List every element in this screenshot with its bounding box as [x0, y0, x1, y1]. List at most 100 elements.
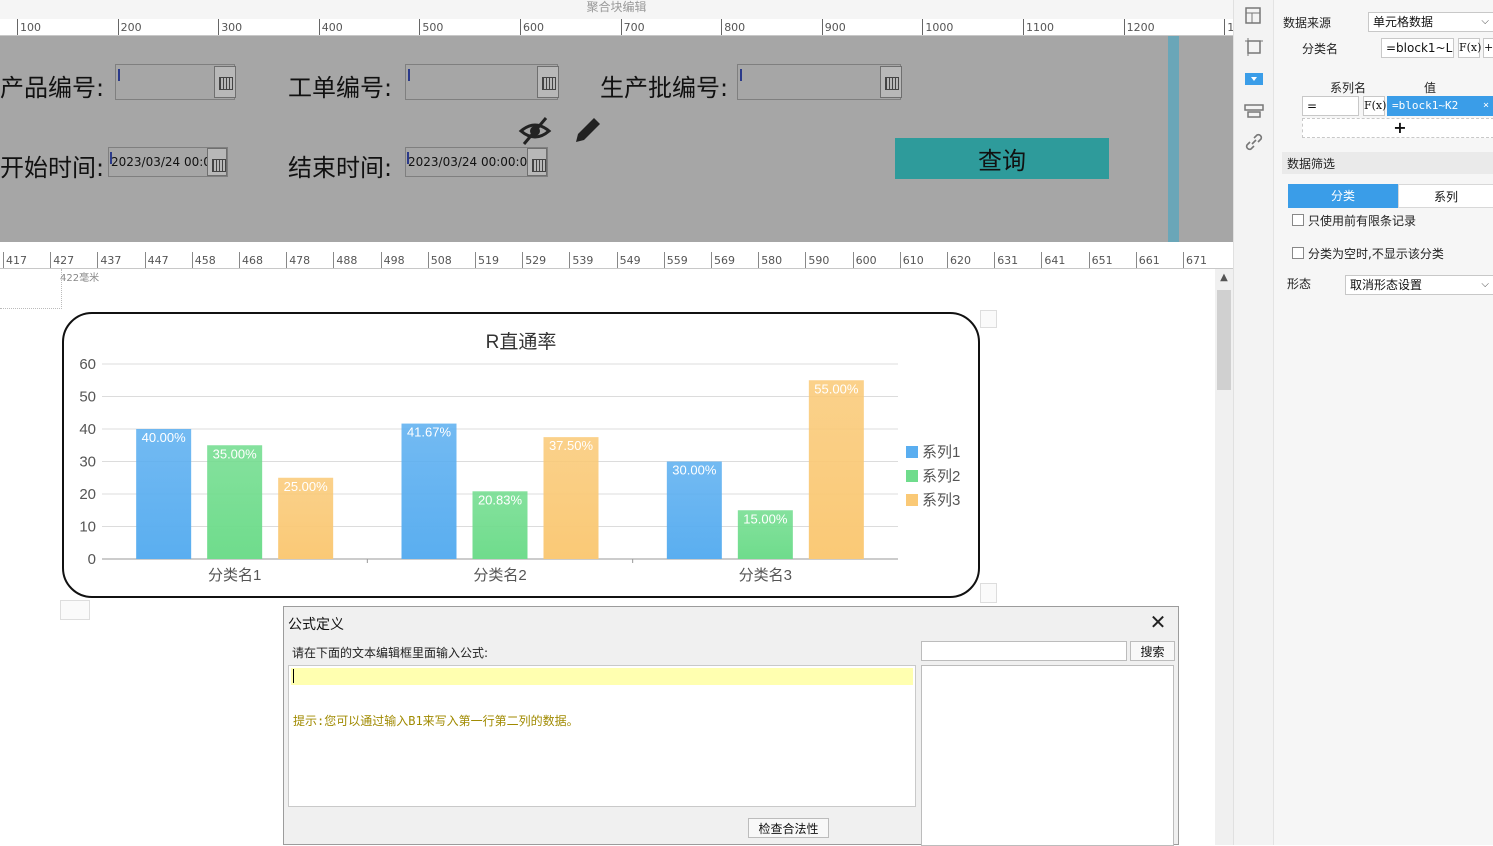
style-icon[interactable] [1244, 102, 1264, 120]
bar-系列1-分类名1 [136, 429, 192, 559]
scroll-up-icon[interactable]: ▲ [1217, 272, 1231, 286]
query-button[interactable]: 查询 [895, 138, 1109, 179]
cell-property-icon[interactable] [1244, 7, 1264, 25]
bar-系列3-分类名2 [543, 437, 599, 559]
data-filter-label: 数据筛选 [1287, 157, 1336, 171]
work-order-label: 工单编号: [288, 74, 393, 102]
series-name-value: = [1307, 99, 1318, 113]
ruler-tick: 539 [569, 252, 593, 268]
resize-handle-bottom-left[interactable] [60, 600, 90, 620]
text-caret [407, 152, 409, 164]
text-caret [740, 69, 742, 81]
chart-data-icon[interactable] [1244, 70, 1264, 88]
series-name-fx-button[interactable]: F(x) [1363, 96, 1386, 116]
start-calendar-icon[interactable] [207, 148, 227, 176]
data-label: 25.00% [284, 479, 329, 494]
x-tick-label: 分类名2 [473, 567, 526, 584]
ruler-tick: 468 [239, 252, 263, 268]
series-name-input[interactable]: = [1302, 96, 1359, 116]
product-no-label: 产品编号: [0, 74, 105, 102]
resize-handle-top-right[interactable] [980, 310, 997, 328]
ruler-tick: 671 [1183, 252, 1207, 268]
y-tick-label: 40 [79, 421, 96, 438]
end-calendar-icon[interactable] [527, 148, 547, 176]
y-tick-label: 30 [79, 454, 96, 471]
hide-empty-label: 分类为空时,不显示该分类 [1308, 247, 1444, 261]
legend-label: 系列2 [922, 468, 960, 485]
ruler-tick: 13 [1224, 19, 1233, 35]
chart-property-panel: 数据来源 单元格数据 ⌵ 分类名 =block1~L2 F(x) + 系列名 值 … [1273, 0, 1493, 845]
ruler-tick: 500 [419, 19, 443, 35]
text-caret [118, 69, 120, 81]
search-input[interactable] [921, 641, 1127, 661]
ruler-tick: 200 [117, 19, 142, 35]
y-tick-label: 0 [88, 551, 96, 568]
ruler-tick: 437 [97, 252, 121, 268]
work-order-picker-button[interactable] [537, 66, 559, 98]
param-resize-bar[interactable] [1168, 36, 1179, 242]
data-source-select[interactable]: 单元格数据 ⌵ [1368, 12, 1493, 32]
formula-current-line[interactable] [291, 668, 913, 685]
tab-category[interactable]: 分类 [1288, 184, 1398, 208]
category-input[interactable]: =block1~L2 [1381, 38, 1454, 58]
ruler-tick: 529 [522, 252, 546, 268]
ruler-tick: 600 [852, 252, 877, 268]
ruler-tick: 427 [50, 252, 74, 268]
ruler-tick: 600 [520, 19, 544, 35]
add-series-button[interactable]: + [1302, 118, 1493, 138]
form-select[interactable]: 取消形态设置 ⌵ [1345, 275, 1493, 295]
x-tick-label: 分类名3 [739, 567, 792, 584]
check-validity-button[interactable]: 检查合法性 [748, 818, 829, 838]
ruler-tick: 478 [286, 252, 310, 268]
batch-no-label: 生产批编号: [600, 74, 729, 102]
tab-series[interactable]: 系列 [1398, 184, 1493, 208]
front-records-checkbox[interactable] [1292, 214, 1304, 226]
data-source-value: 单元格数据 [1373, 15, 1434, 29]
ruler-tick: 458 [191, 252, 216, 268]
design-ruler: 417 427 437 447 458 468 478 488 498 508 519 529 539 5… [0, 252, 1233, 269]
close-icon[interactable]: × [1483, 97, 1489, 115]
text-caret [110, 152, 112, 164]
function-list[interactable] [921, 665, 1174, 846]
batch-no-picker-button[interactable] [880, 66, 902, 98]
batch-no-field[interactable] [737, 64, 902, 100]
category-value: =block1~L2 [1386, 41, 1454, 55]
ruler-tick: 651 [1088, 252, 1113, 268]
chevron-down-icon: ⌵ [1481, 279, 1489, 290]
resize-handle-bottom-right[interactable] [980, 583, 997, 603]
legend-swatch [906, 470, 918, 482]
front-records-label: 只使用前有限条记录 [1308, 214, 1417, 228]
formula-editor[interactable]: 提示:您可以通过输入B1来写入第一行第二列的数据。 [288, 665, 916, 807]
parameter-panel: 产品编号: 工单编号: 生产批编号: 开始时间: 2023/03/24 00:0… [0, 36, 1233, 242]
ruler-tick: 559 [663, 252, 688, 268]
pencil-icon[interactable] [570, 114, 604, 148]
formula-tip: 提示:您可以通过输入B1来写入第一行第二列的数据。 [293, 714, 579, 728]
work-order-field[interactable] [405, 64, 559, 100]
search-button[interactable]: 搜索 [1130, 641, 1175, 661]
legend-swatch [906, 446, 918, 458]
scrollbar-thumb[interactable] [1217, 290, 1231, 390]
ruler-tick: 620 [947, 252, 971, 268]
series-value-input[interactable]: =block1~K2 × [1387, 96, 1493, 116]
ruler-tick: 569 [711, 252, 735, 268]
close-icon[interactable]: ✕ [1146, 612, 1170, 634]
product-no-field[interactable] [115, 64, 236, 100]
category-fx-button[interactable]: F(x) [1458, 38, 1481, 58]
data-label: 15.00% [743, 511, 788, 526]
ruler-tick: 447 [144, 252, 169, 268]
ruler-tick: 1000 [922, 19, 953, 35]
product-no-picker-button[interactable] [214, 66, 236, 98]
data-label: 20.83% [478, 492, 523, 507]
ruler-tick: 100 [17, 19, 41, 35]
link-icon[interactable] [1244, 133, 1264, 151]
legend-swatch [906, 494, 918, 506]
eye-slash-icon[interactable] [518, 114, 552, 148]
hide-empty-checkbox[interactable] [1292, 247, 1304, 259]
widget-frame-icon[interactable] [1244, 38, 1264, 56]
end-time-value: 2023/03/24 00:00:00 [408, 155, 535, 169]
data-filter-header[interactable]: 数据筛选 [1282, 152, 1493, 174]
add-icon[interactable]: + [1483, 38, 1493, 58]
ruler-tick: 641 [1041, 252, 1065, 268]
start-time-label: 开始时间: [0, 154, 105, 182]
ruler-tick: 700 [620, 19, 645, 35]
